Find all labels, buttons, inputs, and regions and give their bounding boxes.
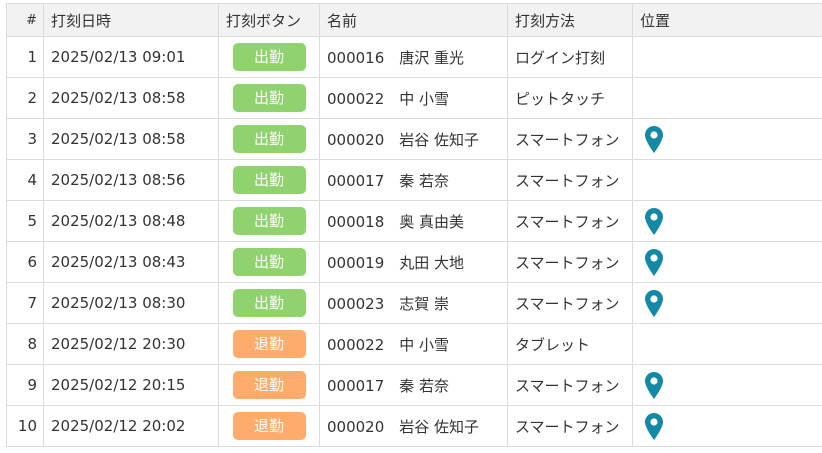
table-row[interactable]: 3 2025/02/13 08:58 出勤 000020 岩谷 佐知子 スマートフォン <box>6 118 822 160</box>
punch-button-cell: 出勤 <box>218 36 320 78</box>
punch-datetime: 2025/02/13 08:56 <box>43 159 219 201</box>
location-cell <box>632 405 822 447</box>
row-number: 1 <box>6 36 44 78</box>
punch-method: タブレット <box>507 323 633 365</box>
employee-name: 000022 中 小雪 <box>319 323 508 365</box>
location-cell <box>632 77 822 119</box>
header-button[interactable]: 打刻ボタン <box>218 3 320 37</box>
punch-button-cell: 退勤 <box>218 405 320 447</box>
employee-name: 000018 奥 真由美 <box>319 200 508 242</box>
location-cell <box>632 364 822 406</box>
map-pin-icon[interactable] <box>645 412 663 440</box>
punch-button-cell: 出勤 <box>218 77 320 119</box>
header-datetime[interactable]: 打刻日時 <box>43 3 219 37</box>
clock-out-badge: 退勤 <box>232 412 306 440</box>
clock-in-badge: 出勤 <box>232 289 306 317</box>
table-row[interactable]: 5 2025/02/13 08:48 出勤 000018 奥 真由美 スマートフォン <box>6 200 822 242</box>
map-pin-icon[interactable] <box>645 207 663 235</box>
punch-method: ログイン打刻 <box>507 36 633 78</box>
row-number: 7 <box>6 282 44 324</box>
punch-method: スマートフォン <box>507 282 633 324</box>
employee-name: 000019 丸田 大地 <box>319 241 508 283</box>
clock-in-badge: 出勤 <box>232 43 306 71</box>
row-number: 8 <box>6 323 44 365</box>
punch-method: スマートフォン <box>507 159 633 201</box>
punch-datetime: 2025/02/13 08:30 <box>43 282 219 324</box>
employee-name: 000023 志賀 崇 <box>319 282 508 324</box>
location-cell <box>632 323 822 365</box>
punch-button-cell: 出勤 <box>218 241 320 283</box>
employee-name: 000016 唐沢 重光 <box>319 36 508 78</box>
punch-history-table: # 打刻日時 打刻ボタン 名前 打刻方法 位置 1 2025/02/13 09:0… <box>6 3 822 447</box>
table-row[interactable]: 8 2025/02/12 20:30 退勤 000022 中 小雪 タブレット <box>6 323 822 365</box>
location-cell <box>632 159 822 201</box>
table-row[interactable]: 10 2025/02/12 20:02 退勤 000020 岩谷 佐知子 スマートフォン <box>6 405 822 447</box>
punch-datetime: 2025/02/12 20:02 <box>43 405 219 447</box>
punch-method: スマートフォン <box>507 200 633 242</box>
employee-name: 000017 秦 若奈 <box>319 364 508 406</box>
punch-method: スマートフォン <box>507 118 633 160</box>
punch-button-cell: 退勤 <box>218 364 320 406</box>
table-row[interactable]: 1 2025/02/13 09:01 出勤 000016 唐沢 重光 ログイン打刻 <box>6 36 822 78</box>
location-cell <box>632 118 822 160</box>
employee-name: 000022 中 小雪 <box>319 77 508 119</box>
row-number: 3 <box>6 118 44 160</box>
clock-in-badge: 出勤 <box>232 84 306 112</box>
row-number: 6 <box>6 241 44 283</box>
punch-datetime: 2025/02/13 09:01 <box>43 36 219 78</box>
punch-datetime: 2025/02/13 08:48 <box>43 200 219 242</box>
location-cell <box>632 36 822 78</box>
punch-datetime: 2025/02/13 08:58 <box>43 77 219 119</box>
punch-button-cell: 退勤 <box>218 323 320 365</box>
row-number: 10 <box>6 405 44 447</box>
punch-history: # 打刻日時 打刻ボタン 名前 打刻方法 位置 1 2025/02/13 09:0… <box>0 0 822 453</box>
table-row[interactable]: 7 2025/02/13 08:30 出勤 000023 志賀 崇スマートフォン <box>6 282 822 324</box>
punch-button-cell: 出勤 <box>218 159 320 201</box>
punch-button-cell: 出勤 <box>218 200 320 242</box>
table-row[interactable]: 2 2025/02/13 08:58 出勤 000022 中 小雪 ピットタッチ <box>6 77 822 119</box>
clock-in-badge: 出勤 <box>232 166 306 194</box>
header-location: 位置 <box>632 3 822 37</box>
punch-method: スマートフォン <box>507 405 633 447</box>
punch-datetime: 2025/02/12 20:30 <box>43 323 219 365</box>
map-pin-icon[interactable] <box>645 248 663 276</box>
employee-name: 000020 岩谷 佐知子 <box>319 405 508 447</box>
map-pin-icon[interactable] <box>645 289 663 317</box>
punch-method: スマートフォン <box>507 241 633 283</box>
clock-out-badge: 退勤 <box>232 371 306 399</box>
punch-method: スマートフォン <box>507 364 633 406</box>
punch-method: ピットタッチ <box>507 77 633 119</box>
table-row[interactable]: 4 2025/02/13 08:56 出勤 000017 秦 若奈 スマートフォン <box>6 159 822 201</box>
map-pin-icon[interactable] <box>645 125 663 153</box>
punch-datetime: 2025/02/12 20:15 <box>43 364 219 406</box>
clock-in-badge: 出勤 <box>232 207 306 235</box>
clock-in-badge: 出勤 <box>232 125 306 153</box>
employee-name: 000020 岩谷 佐知子 <box>319 118 508 160</box>
table-row[interactable]: 6 2025/02/13 08:43 出勤 000019 丸田 大地 スマートフォン <box>6 241 822 283</box>
location-cell <box>632 200 822 242</box>
punch-button-cell: 出勤 <box>218 282 320 324</box>
table-header-row: # 打刻日時 打刻ボタン 名前 打刻方法 位置 <box>6 3 822 37</box>
clock-out-badge: 退勤 <box>232 330 306 358</box>
location-cell <box>632 241 822 283</box>
employee-name: 000017 秦 若奈 <box>319 159 508 201</box>
punch-datetime: 2025/02/13 08:43 <box>43 241 219 283</box>
location-cell <box>632 282 822 324</box>
header-method[interactable]: 打刻方法 <box>507 3 633 37</box>
header-num: # <box>6 3 44 37</box>
punch-datetime: 2025/02/13 08:58 <box>43 118 219 160</box>
clock-in-badge: 出勤 <box>232 248 306 276</box>
row-number: 9 <box>6 364 44 406</box>
map-pin-icon[interactable] <box>645 371 663 399</box>
row-number: 2 <box>6 77 44 119</box>
row-number: 5 <box>6 200 44 242</box>
row-number: 4 <box>6 159 44 201</box>
table-row[interactable]: 9 2025/02/12 20:15 退勤 000017 秦 若奈 スマートフォン <box>6 364 822 406</box>
punch-button-cell: 出勤 <box>218 118 320 160</box>
header-name[interactable]: 名前 <box>319 3 508 37</box>
